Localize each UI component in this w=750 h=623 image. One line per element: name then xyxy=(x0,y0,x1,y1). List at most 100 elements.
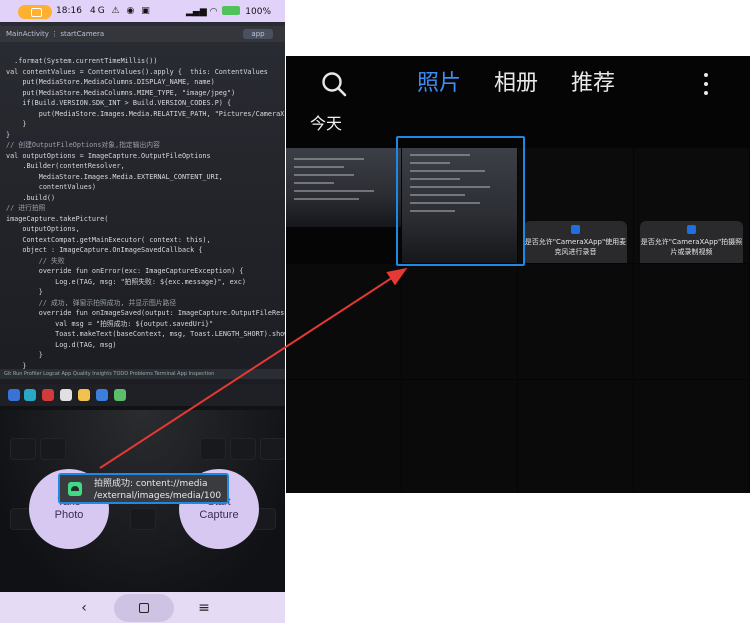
code-line: Log.e(TAG, msg: "拍照失败: ${exc.message}", … xyxy=(6,277,246,286)
android-studio-icon xyxy=(114,389,126,401)
code-line: contentValues) xyxy=(6,183,97,191)
photo-thumbnail[interactable] xyxy=(286,264,401,379)
windows-taskbar xyxy=(0,384,285,406)
photo-thumbnail[interactable] xyxy=(518,264,633,379)
screen-record-icon[interactable] xyxy=(18,5,52,19)
code-line: put(MediaStore.MediaColumns.DISPLAY_NAME… xyxy=(6,78,215,86)
photo-thumbnail[interactable] xyxy=(634,264,749,379)
code-line: } xyxy=(6,130,11,139)
more-dot-icon xyxy=(704,73,708,77)
keyboard-key xyxy=(260,438,285,460)
permission-prompt-thumbnail[interactable]: 是否允许"CameraXApp"使用麦克风进行录音 xyxy=(518,148,633,263)
code-line: outputOptions, xyxy=(6,225,80,233)
photo-thumbnail[interactable] xyxy=(286,148,401,227)
code-line: put(MediaStore.Images.Media.RELATIVE_PAT… xyxy=(6,109,285,118)
keyboard-key xyxy=(200,438,226,460)
status-notification-icons: 4G ⚠ ◉ ▣ xyxy=(90,6,152,16)
code-line: ContextCompat.getMainExecutor( context: … xyxy=(6,235,211,244)
chrome-icon xyxy=(60,389,72,401)
code-line: // 进行拍照 xyxy=(6,204,46,212)
ide-breadcrumb-text: MainActivity ⋮ startCamera xyxy=(6,30,105,38)
code-editor: .format(System.currentTimeMillis()) val c… xyxy=(6,56,285,382)
code-line xyxy=(294,174,354,176)
tab-photos[interactable]: 照片 xyxy=(417,69,461,99)
android-icon xyxy=(68,482,82,496)
search-icon xyxy=(322,72,347,97)
keyboard-key xyxy=(130,508,156,530)
code-line xyxy=(294,190,374,192)
toast-line-1: 拍照成功: content://media xyxy=(94,479,208,489)
code-line: imageCapture.takePicture( xyxy=(6,214,109,223)
more-dot-icon xyxy=(704,82,708,86)
permission-text: 是否允许"CameraXApp"使用麦克风进行录音 xyxy=(524,238,627,256)
gallery-header: 照片 相册 推荐 xyxy=(286,56,750,112)
code-line: .Builder(contentResolver, xyxy=(6,162,125,170)
code-line: .format(System.currentTimeMillis()) xyxy=(6,57,158,65)
code-line: val msg = "拍照成功: ${output.savedUri}" xyxy=(6,319,214,328)
ide-breadcrumb: MainActivity ⋮ startCamera app xyxy=(0,26,285,42)
keyboard-key xyxy=(10,438,36,460)
battery-percent: 100% xyxy=(245,7,271,17)
keyboard-key xyxy=(40,438,66,460)
battery-icon xyxy=(222,6,241,15)
photo-thumbnail[interactable] xyxy=(286,380,401,493)
code-line: Log.d(TAG, msg) xyxy=(6,340,117,349)
code-line xyxy=(410,186,490,188)
code-line: override fun onError(exc: ImageCaptureEx… xyxy=(6,267,244,275)
status-time: 18:16 xyxy=(56,6,82,16)
code-line xyxy=(410,202,480,204)
permission-prompt-thumbnail[interactable]: 是否允许"CameraXApp"拍摄照片或录制视频 xyxy=(634,148,749,263)
code-line: // 成功, 弹窗示拍照成功, 并显示图片路径 xyxy=(6,298,177,307)
back-button[interactable]: ‹ xyxy=(74,598,94,618)
photo-thumbnail[interactable] xyxy=(402,380,517,493)
phone-screen: 18:16 4G ⚠ ◉ ▣ ▂▄▆ ◠ 100% MainActivity ⋮… xyxy=(0,0,285,623)
permission-text: 是否允许"CameraXApp"拍摄照片或录制视频 xyxy=(640,238,743,256)
toast-message: 拍照成功: content://media /external/images/m… xyxy=(58,473,229,504)
permission-card: 是否允许"CameraXApp"拍摄照片或录制视频 xyxy=(640,221,743,263)
code-line: Toast.makeText(baseContext, msg, Toast.L… xyxy=(6,330,285,338)
wps-icon xyxy=(42,389,54,401)
code-line xyxy=(294,166,344,168)
code-line xyxy=(294,182,334,184)
more-options-button[interactable] xyxy=(698,70,714,98)
code-line xyxy=(294,198,359,200)
status-right: ▂▄▆ ◠ 100% xyxy=(186,6,271,17)
keyboard-key xyxy=(230,438,256,460)
camera-app-icon xyxy=(687,225,696,234)
photo-thumbnail[interactable] xyxy=(518,380,633,493)
home-button[interactable] xyxy=(114,594,174,622)
edge-icon xyxy=(24,389,36,401)
wifi-icon: ◠ xyxy=(209,7,218,17)
code-line xyxy=(410,162,450,164)
code-line: // 失败 xyxy=(6,256,65,265)
code-line: if(Build.VERSION.SDK_INT > Build.VERSION… xyxy=(6,99,232,107)
code-line: val outputOptions = ImageCapture.OutputF… xyxy=(6,151,211,160)
code-line: override fun onImageSaved(output: ImageC… xyxy=(6,309,285,317)
code-line xyxy=(410,178,460,180)
camera-app-icon xyxy=(571,225,580,234)
gallery-app: 照片 相册 推荐 今天 是否允许"CameraXApp"使用麦克风进行录音 是否… xyxy=(286,56,750,493)
code-line xyxy=(410,194,465,196)
tab-recommend[interactable]: 推荐 xyxy=(571,69,615,99)
recent-apps-button[interactable]: ≡ xyxy=(194,598,214,618)
photo-thumbnail[interactable] xyxy=(402,264,517,379)
photo-thumbnail-latest[interactable] xyxy=(402,148,517,263)
folder-icon xyxy=(78,389,90,401)
code-line: } xyxy=(6,120,27,128)
code-line: // 创建OutputFileOptions对象,指定输出内容 xyxy=(6,141,160,149)
section-title-today: 今天 xyxy=(310,114,343,133)
more-dot-icon xyxy=(704,91,708,95)
code-line: object : ImageCapture.OnImageSavedCallba… xyxy=(6,246,203,254)
photo-thumbnail[interactable] xyxy=(634,380,749,493)
code-line: .build() xyxy=(6,193,56,202)
code-line xyxy=(294,158,364,160)
code-line: put(MediaStore.MediaColumns.MIME_TYPE, "… xyxy=(6,88,236,97)
search-button[interactable] xyxy=(320,70,348,98)
windows-start-icon xyxy=(8,389,20,401)
toast-line-2: /external/images/media/100... xyxy=(94,491,221,501)
home-icon xyxy=(139,603,149,613)
system-nav-bar: ‹ ≡ xyxy=(0,592,285,623)
tab-albums[interactable]: 相册 xyxy=(494,69,538,99)
code-line xyxy=(410,154,470,156)
code-line: } xyxy=(6,288,43,296)
